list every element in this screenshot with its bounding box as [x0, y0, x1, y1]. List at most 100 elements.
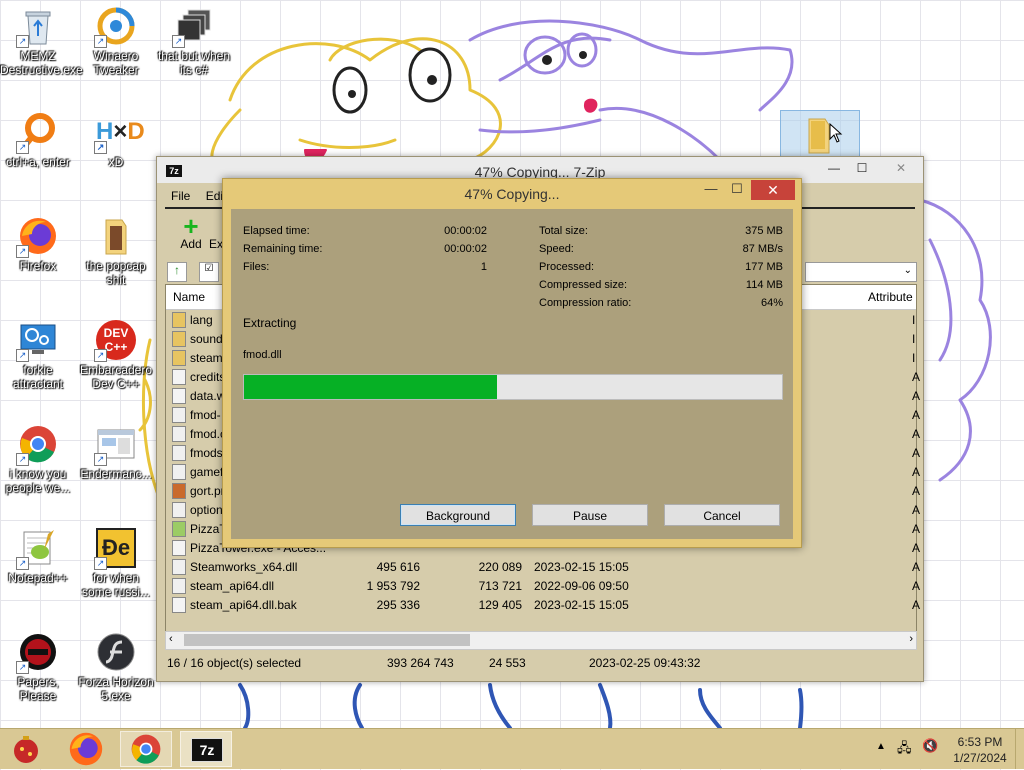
- desktop-icon-popcap[interactable]: the popcap shit: [78, 216, 154, 287]
- desktop-icon-label: Endermanc...: [80, 467, 152, 481]
- desktop-icon-label: ctrl+a, enter: [6, 155, 70, 169]
- dialog-minimize-button[interactable]: —: [699, 181, 723, 201]
- desktop-icon-for-when[interactable]: Đe ↗ for when some russi...: [78, 528, 154, 599]
- pause-button[interactable]: Pause: [532, 504, 648, 526]
- file-name: steam_api64.dll.bak: [190, 598, 297, 612]
- chrome-icon: [131, 734, 161, 764]
- scrollbar-thumb[interactable]: [184, 634, 470, 646]
- progress-bar-fill: [244, 375, 497, 399]
- file-attributes: I: [912, 332, 916, 346]
- desktop-icon-forza[interactable]: Forza Horizon 5.exe: [78, 632, 154, 703]
- path-combobox[interactable]: ⌄: [805, 262, 917, 282]
- file-icon: [172, 426, 186, 442]
- shortcut-arrow-icon: ↗: [16, 35, 29, 48]
- taskbar-chrome[interactable]: [120, 731, 172, 767]
- system-clock[interactable]: 6:53 PM 1/27/2024: [952, 734, 1008, 766]
- file-name: credits: [190, 370, 226, 384]
- speed-value: 87 MB/s: [742, 243, 783, 255]
- file-modified: 2023-02-15 15:05: [534, 560, 629, 574]
- background-button[interactable]: Background: [400, 504, 516, 526]
- taskbar: 7z ▲ 🖧 🔇 6:53 PM 1/27/2024: [0, 728, 1024, 769]
- desktop-icon-winaero[interactable]: ↗ Winaero Tweaker: [78, 6, 154, 77]
- desktop-icon-memz[interactable]: ↗ MEMZ Destructive.exe: [0, 6, 83, 77]
- compression-ratio-label: Compression ratio:: [539, 297, 632, 309]
- file-icon: [172, 597, 186, 613]
- desktop-icon-that-but-when[interactable]: ↗ that but when its c#: [156, 6, 232, 77]
- add-button[interactable]: + Add: [173, 213, 209, 251]
- file-name: gamef: [190, 465, 224, 479]
- desktop-icon-label: Forza Horizon 5.exe: [78, 675, 154, 703]
- shortcut-arrow-icon: ↗: [94, 35, 107, 48]
- folder-icon: [172, 312, 186, 328]
- table-row[interactable]: steam_api64.dll.bak 295 336 129 405 2023-02…: [166, 595, 920, 614]
- desktop-icon-papers-please[interactable]: ↗ Papers, Please: [0, 632, 76, 703]
- close-button[interactable]: ✕: [881, 157, 921, 179]
- show-desktop-button[interactable]: [1015, 729, 1024, 769]
- cancel-button[interactable]: Cancel: [664, 504, 780, 526]
- table-row[interactable]: steam_api64.dll 1 953 792 713 721 2022-09-0…: [166, 576, 920, 595]
- file-icon: [172, 388, 186, 404]
- folder-icon: [172, 331, 186, 347]
- desktop-icon-i-know-you[interactable]: ↗ i know you people we...: [0, 424, 76, 495]
- shortcut-arrow-icon: ↗: [16, 349, 29, 362]
- files-value: 1: [480, 261, 487, 273]
- file-icon: [172, 540, 186, 556]
- taskbar-ornament-app[interactable]: [0, 731, 52, 767]
- menu-file[interactable]: File: [165, 187, 196, 205]
- maximize-button[interactable]: ☐: [847, 157, 877, 179]
- status-bar: 16 / 16 object(s) selected 393 264 743 2…: [165, 653, 915, 673]
- desktop-icon-label: Notepad++: [8, 571, 68, 585]
- processed-value: 177 MB: [745, 261, 783, 273]
- file-packed-size: 220 089: [478, 560, 522, 574]
- dialog-close-button[interactable]: ✕: [751, 180, 795, 200]
- table-row[interactable]: Steamworks_x64.dll 495 616 220 089 2023-02-…: [166, 557, 920, 576]
- desktop-icon-ctrl-a-enter[interactable]: ↗ ctrl+a, enter: [0, 112, 76, 169]
- file-attributes: A: [912, 579, 921, 593]
- taskbar-firefox[interactable]: [60, 731, 112, 767]
- bookmark-button[interactable]: ☑: [199, 262, 219, 282]
- firefox-icon: [69, 732, 103, 766]
- file-attributes: A: [912, 484, 921, 498]
- desktop-icon-forkie[interactable]: ↗ forkie attractant: [0, 320, 76, 391]
- scroll-right-icon[interactable]: ›: [909, 633, 913, 645]
- tray-overflow-icon[interactable]: ▲: [876, 741, 886, 752]
- desktop-icon-label: forkie attractant: [12, 363, 64, 391]
- desktop-icon-label: MEMZ Destructive.exe: [0, 49, 83, 77]
- minimize-button[interactable]: —: [819, 157, 849, 179]
- file-attributes: A: [912, 541, 921, 555]
- file-attributes: A: [912, 408, 921, 422]
- column-attributes[interactable]: Attribute: [868, 290, 913, 304]
- desktop-icon-notepadpp[interactable]: ↗ Notepad++: [0, 528, 76, 585]
- file-icon: [172, 407, 186, 423]
- network-icon[interactable]: 🖧: [897, 739, 912, 761]
- desktop-icon-label: Winaero Tweaker: [93, 49, 139, 77]
- file-attributes: A: [912, 427, 921, 441]
- up-folder-button[interactable]: ↑: [167, 262, 187, 282]
- progress-bar: [243, 374, 783, 400]
- clock-date: 1/27/2024: [953, 751, 1007, 765]
- desktop-icon-xd[interactable]: H×D ↗ xD: [78, 112, 154, 169]
- dialog-maximize-button[interactable]: ☐: [725, 181, 749, 201]
- status-selected: 16 / 16 object(s) selected: [167, 656, 302, 670]
- elapsed-value: 00:00:02: [444, 225, 487, 237]
- desktop-icon-endermanch[interactable]: ↗ Endermanc...: [78, 424, 154, 481]
- folder-icon: [172, 350, 186, 366]
- volume-muted-icon[interactable]: 🔇: [922, 738, 938, 754]
- column-name[interactable]: Name: [173, 290, 205, 304]
- shortcut-arrow-icon: ↗: [94, 453, 107, 466]
- desktop-icon-devcpp[interactable]: DEV C++ ↗ Embarcadero Dev C++: [78, 320, 154, 391]
- selected-desktop-folder[interactable]: [780, 110, 860, 160]
- shortcut-arrow-icon: ↗: [16, 661, 29, 674]
- desktop-icon-firefox[interactable]: ↗ Firefox: [0, 216, 76, 273]
- horizontal-scrollbar[interactable]: ‹ ›: [165, 631, 917, 650]
- total-size-label: Total size:: [539, 225, 588, 237]
- shortcut-arrow-icon: ↗: [16, 245, 29, 258]
- file-size: 495 616: [376, 560, 420, 574]
- shortcut-arrow-icon: ↗: [94, 141, 107, 154]
- desktop-icon-label: xD: [108, 155, 124, 169]
- file-icon: [172, 578, 186, 594]
- file-icon: [172, 464, 186, 480]
- taskbar-7zip[interactable]: 7z: [180, 731, 232, 767]
- scroll-left-icon[interactable]: ‹: [169, 633, 173, 645]
- file-name: fmod.c: [190, 427, 227, 441]
